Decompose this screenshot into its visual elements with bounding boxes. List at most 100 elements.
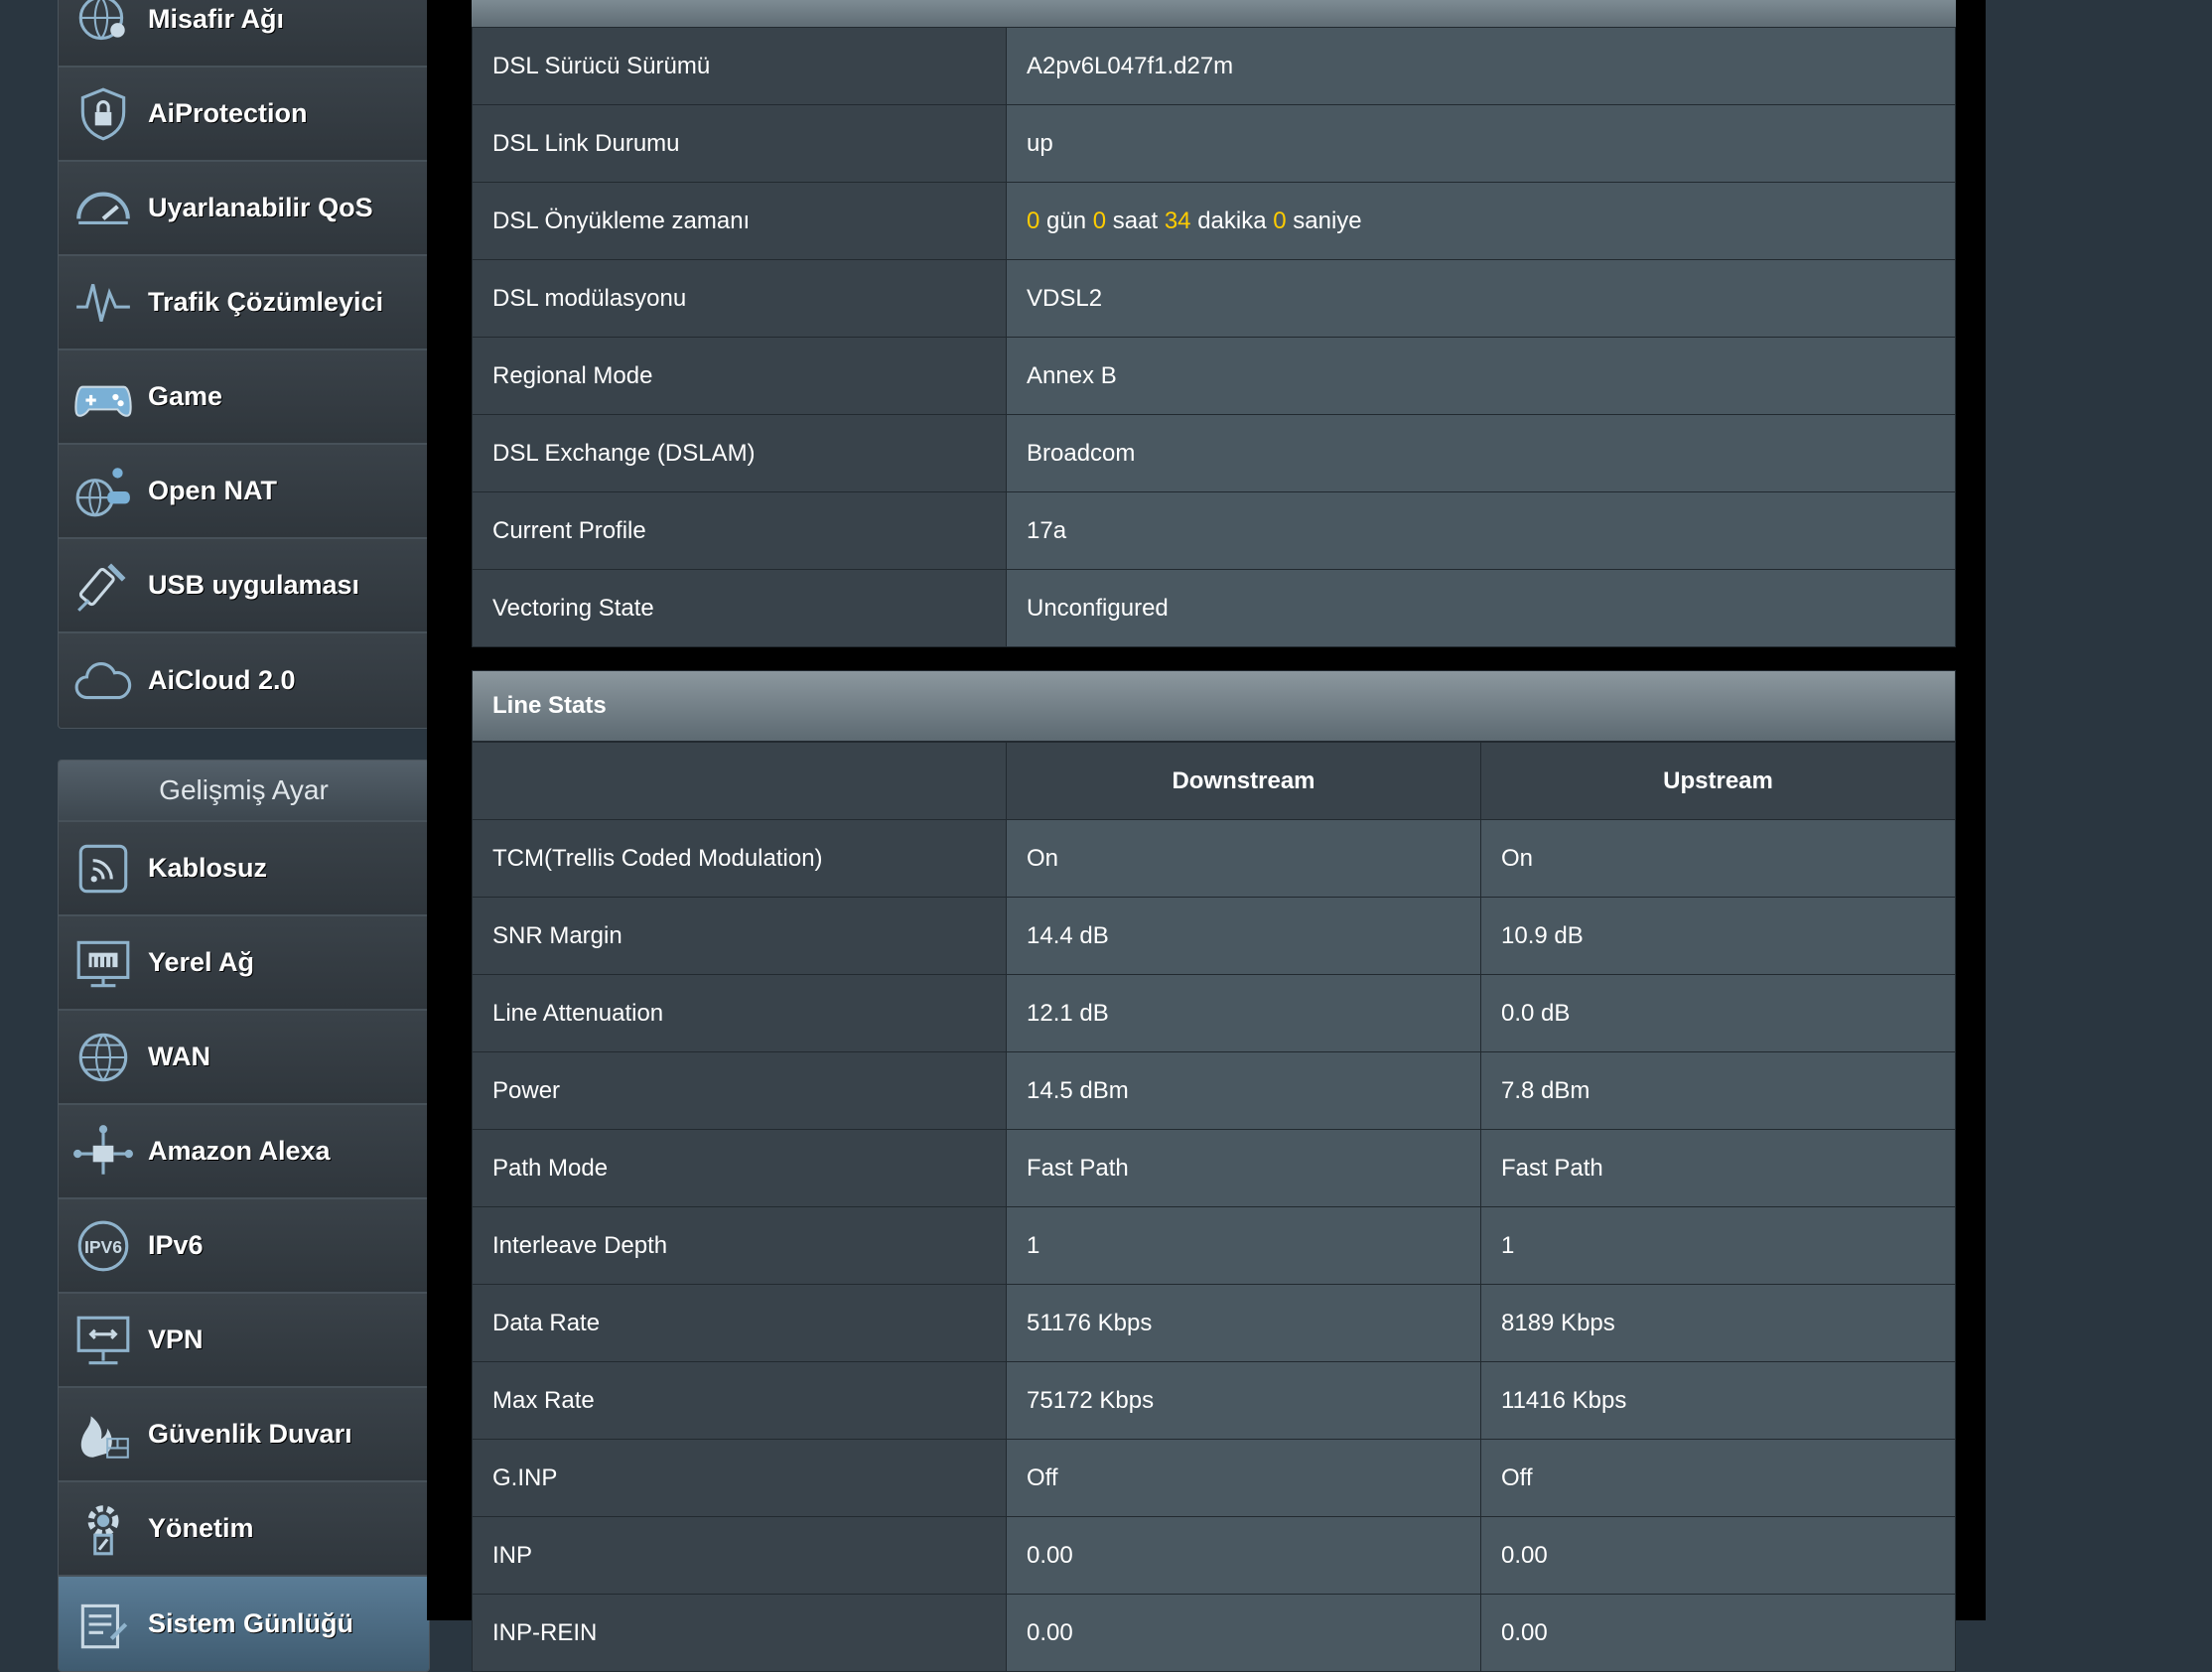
upstream-value: 11416 Kbps [1480, 1361, 1956, 1440]
uptime-days: 0 [1027, 207, 1040, 234]
row-label: Max Rate [472, 1361, 1007, 1440]
menu-item-open-nat[interactable]: Open NAT [59, 445, 429, 539]
menu-label: IPv6 [148, 1230, 204, 1260]
upstream-value: 0.00 [1480, 1594, 1956, 1672]
menu-item-vpn[interactable]: VPN [59, 1294, 429, 1388]
gamepad-icon [70, 364, 136, 430]
row-value: VDSL2 [1006, 259, 1956, 338]
advanced-menu: Gelişmiş Ayar Kablosuz Yerel Ağ WAN Amaz… [58, 760, 430, 1672]
downstream-value: 51176 Kbps [1006, 1284, 1481, 1362]
menu-item-guest-network[interactable]: Misafir Ağı [59, 0, 429, 68]
row-label: DSL Önyükleme zamanı [472, 182, 1007, 260]
column-header-upstream: Upstream [1480, 742, 1956, 820]
speedometer-icon [70, 176, 136, 241]
row-label: Power [472, 1051, 1007, 1130]
menu-item-ipv6[interactable]: IPV6 IPv6 [59, 1199, 429, 1294]
menu-item-aiprotection[interactable]: AiProtection [59, 68, 429, 162]
row-label: TCM(Trellis Coded Modulation) [472, 819, 1007, 898]
row-label: Current Profile [472, 491, 1007, 570]
row-value: A2pv6L047f1.d27m [1006, 27, 1956, 105]
vpn-icon [70, 1308, 136, 1373]
table-row: TCM(Trellis Coded Modulation) On On [472, 819, 1956, 898]
menu-label: Yönetim [148, 1513, 254, 1543]
table-row: DSL Sürücü Sürümü A2pv6L047f1.d27m [472, 27, 1956, 105]
menu-item-traffic-analyzer[interactable]: Trafik Çözümleyici [59, 256, 429, 350]
menu-label: Amazon Alexa [148, 1136, 331, 1166]
uptime-minutes: 34 [1164, 207, 1191, 234]
uptime-value: 0 gün 0 saat 34 dakika 0 saniye [1006, 182, 1956, 260]
globe-gamepad-icon [70, 459, 136, 524]
menu-item-aicloud[interactable]: AiCloud 2.0 [59, 633, 429, 728]
table-row: Regional Mode Annex B [472, 337, 1956, 415]
uptime-hours: 0 [1092, 207, 1107, 234]
menu-label: Yerel Ağ [148, 947, 255, 977]
upstream-value: Fast Path [1480, 1129, 1956, 1207]
upstream-value: 7.8 dBm [1480, 1051, 1956, 1130]
upstream-value: On [1480, 819, 1956, 898]
row-label: Vectoring State [472, 569, 1007, 647]
traffic-wave-icon [70, 270, 136, 336]
table-row: Path Mode Fast Path Fast Path [472, 1129, 1956, 1207]
menu-label: Open NAT [148, 476, 277, 505]
row-label: DSL Sürücü Sürümü [472, 27, 1007, 105]
cloud-icon [70, 648, 136, 714]
menu-label: AiCloud 2.0 [148, 665, 296, 695]
table-row: DSL Önyükleme zamanı 0 gün 0 saat 34 dak… [472, 182, 1956, 260]
upstream-value: 1 [1480, 1206, 1956, 1285]
dsl-info-table: DSL Sürücü Sürümü A2pv6L047f1.d27m DSL L… [472, 27, 1956, 647]
table-row: INP 0.00 0.00 [472, 1516, 1956, 1595]
advanced-settings-header: Gelişmiş Ayar [59, 761, 429, 822]
table-header-row: Downstream Upstream [472, 742, 1956, 820]
table-row: Current Profile 17a [472, 491, 1956, 570]
row-label: INP-REIN [472, 1594, 1007, 1672]
row-label: Data Rate [472, 1284, 1007, 1362]
guest-network-icon [70, 0, 136, 53]
row-value: Unconfigured [1006, 569, 1956, 647]
menu-label: Güvenlik Duvarı [148, 1419, 352, 1449]
header-blank-cell [472, 742, 1007, 820]
menu-label: Game [148, 381, 223, 411]
uptime-minutes-unit: dakika [1197, 207, 1267, 234]
menu-label: WAN [148, 1042, 210, 1071]
downstream-value: 12.1 dB [1006, 974, 1481, 1052]
menu-item-administration[interactable]: Yönetim [59, 1482, 429, 1577]
downstream-value: 0.00 [1006, 1594, 1481, 1672]
svg-text:IPV6: IPV6 [84, 1237, 122, 1257]
downstream-value: 75172 Kbps [1006, 1361, 1481, 1440]
menu-label: USB uygulaması [148, 570, 360, 600]
table-row: DSL Link Durumu up [472, 104, 1956, 183]
firewall-icon [70, 1402, 136, 1467]
general-menu: Misafir Ağı AiProtection Uyarlanabilir Q… [58, 0, 430, 729]
row-label: DSL modülasyonu [472, 259, 1007, 338]
menu-label: Trafik Çözümleyici [148, 287, 384, 317]
table-row: DSL Exchange (DSLAM) Broadcom [472, 414, 1956, 492]
downstream-value: 14.5 dBm [1006, 1051, 1481, 1130]
row-label: Regional Mode [472, 337, 1007, 415]
menu-item-amazon-alexa[interactable]: Amazon Alexa [59, 1105, 429, 1199]
menu-item-usb-application[interactable]: USB uygulaması [59, 539, 429, 633]
row-value: Annex B [1006, 337, 1956, 415]
wireless-icon [70, 836, 136, 902]
downstream-value: 14.4 dB [1006, 897, 1481, 975]
row-label: Path Mode [472, 1129, 1007, 1207]
uptime-days-unit: gün [1046, 207, 1087, 234]
table-row: INP-REIN 0.00 0.00 [472, 1594, 1956, 1672]
menu-item-wireless[interactable]: Kablosuz [59, 822, 429, 916]
row-label: Interleave Depth [472, 1206, 1007, 1285]
menu-item-adaptive-qos[interactable]: Uyarlanabilir QoS [59, 162, 429, 256]
menu-item-firewall[interactable]: Güvenlik Duvarı [59, 1388, 429, 1482]
menu-item-system-log[interactable]: Sistem Günlüğü [59, 1577, 429, 1671]
dsl-info-header-strip [472, 0, 1956, 27]
downstream-value: On [1006, 819, 1481, 898]
menu-label: Uyarlanabilir QoS [148, 193, 373, 222]
menu-label: AiProtection [148, 98, 308, 128]
menu-label: Sistem Günlüğü [148, 1608, 354, 1638]
menu-item-wan[interactable]: WAN [59, 1011, 429, 1105]
menu-item-lan[interactable]: Yerel Ağ [59, 916, 429, 1011]
row-value: 17a [1006, 491, 1956, 570]
downstream-value: Fast Path [1006, 1129, 1481, 1207]
uptime-seconds: 0 [1273, 207, 1287, 234]
downstream-value: Off [1006, 1439, 1481, 1517]
menu-item-game[interactable]: Game [59, 350, 429, 445]
line-stats-title: Line Stats [472, 670, 1956, 742]
